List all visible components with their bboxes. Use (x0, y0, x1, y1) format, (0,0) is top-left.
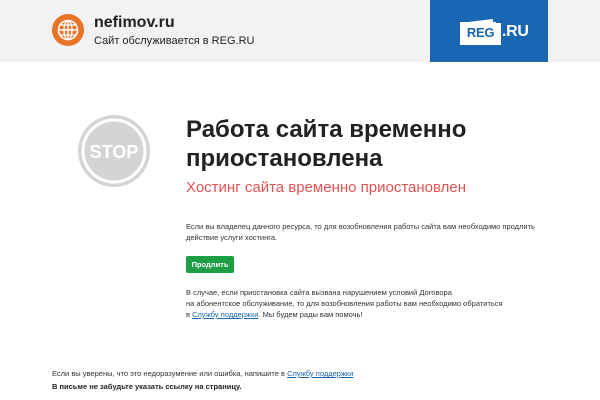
footer-notice-text: Если вы уверены, что это недоразумение и… (52, 369, 288, 378)
support-link-main[interactable]: Службу поддержки (192, 310, 258, 319)
reg-logo-box: REG (460, 19, 501, 45)
reg-ru-logo[interactable]: REG .RU (430, 0, 548, 62)
site-name: nefimov.ru (94, 14, 175, 31)
reg-logo-suffix: .RU (502, 23, 529, 40)
reg-logo-text: REG (466, 25, 495, 40)
site-subtitle: Сайт обслуживается в REG.RU (94, 35, 255, 47)
footer-notice: Если вы уверены, что это недоразумение и… (52, 369, 353, 379)
violation-line-2: на абонентское обслуживание, то для возо… (186, 299, 503, 308)
owner-notice: Если вы владелец данного ресурса, то для… (186, 222, 535, 242)
globe-icon (52, 14, 84, 46)
footer-reminder: В письме не забудьте указать ссылку на с… (52, 382, 242, 391)
stop-sign-text: STOP (90, 142, 139, 162)
violation-line-3: в Службу поддержки. Мы будем рады вам по… (186, 309, 546, 320)
extend-button[interactable]: Продлить (186, 256, 234, 273)
support-link-footer[interactable]: Службу поддержки (287, 369, 353, 378)
page-subtitle: Хостинг сайта временно приостановлен (186, 179, 467, 196)
violation-line-3-suffix: . Мы будем рады вам помочь! (258, 310, 363, 319)
violation-line-1: В случае, если приостановка сайта вызван… (186, 288, 452, 297)
page-title: Работа сайта временно приостановлена (186, 116, 467, 172)
stop-sign-icon: STOP (77, 114, 151, 188)
violation-notice: В случае, если приостановка сайта вызван… (186, 287, 546, 320)
header-bar: nefimov.ru Сайт обслуживается в REG.RU R… (0, 0, 600, 62)
